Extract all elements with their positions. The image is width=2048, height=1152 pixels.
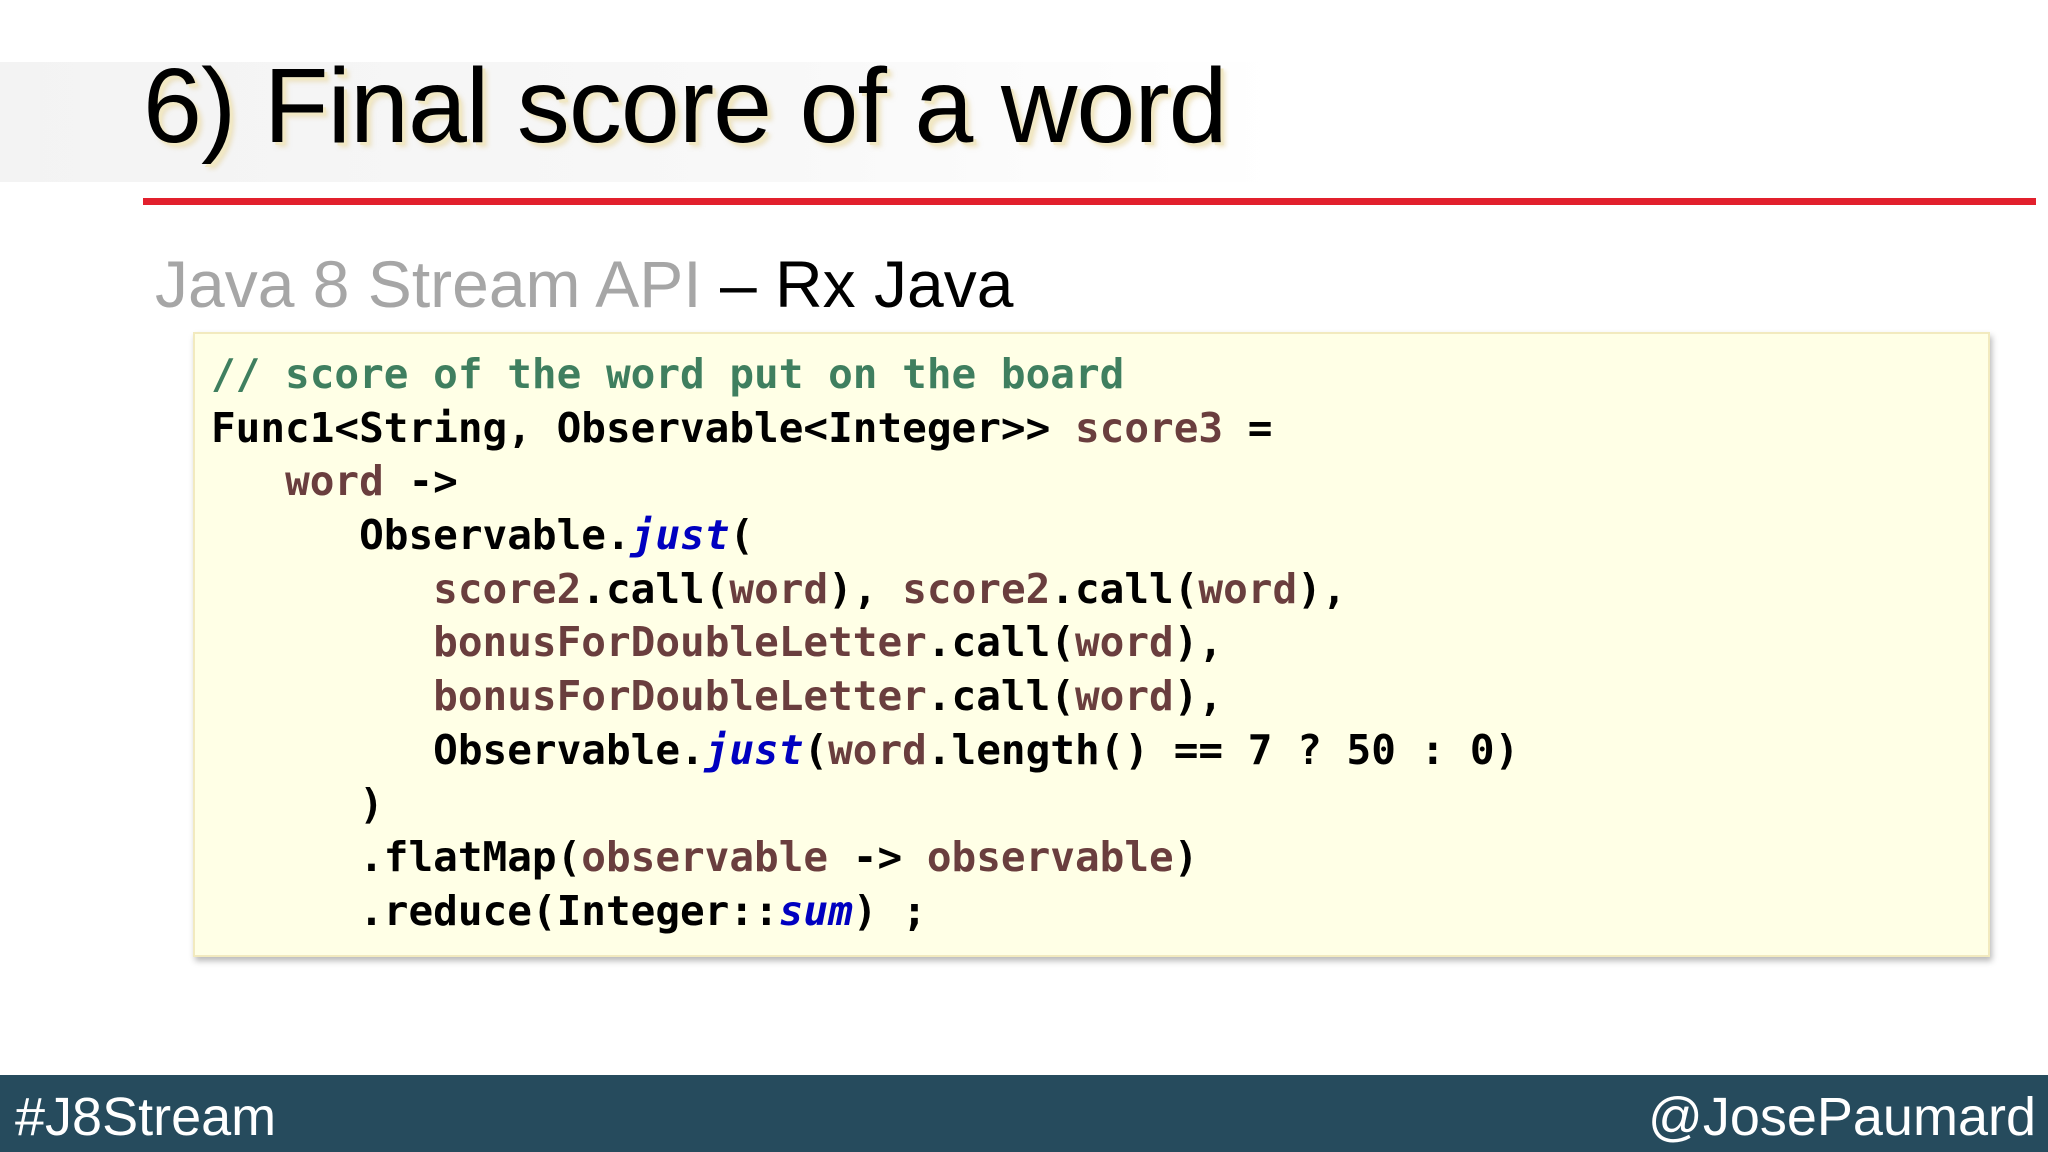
code-block: // score of the word put on the board Fun… [193,332,1990,957]
code-token: word [285,457,384,506]
code-line: // score of the word put on the board [211,348,1519,402]
code-token: Observable. [211,511,631,560]
code-line: bonusForDoubleLetter.call(word), [211,670,1519,724]
code-line: bonusForDoubleLetter.call(word), [211,616,1519,670]
code-line: .reduce(Integer::sum) ; [211,885,1519,939]
code-token: Func1<String, Observable<Integer>> [211,403,1075,452]
code-token: ), [828,564,903,613]
footer-hashtag: #J8Stream [15,1087,277,1147]
subtitle-inactive-part: Java 8 Stream API [155,247,702,321]
code-token: just [704,725,804,774]
code-token: word [1074,618,1174,667]
code-token: ), [1173,618,1224,667]
code-token: bonusForDoubleLetter [433,618,927,667]
code-line: Func1<String, Observable<Integer>> score… [211,402,1519,456]
code-line: Observable.just(word.length() == 7 ? 50 … [211,724,1519,778]
code-token: word [1074,672,1174,721]
code-line: .flatMap(observable -> observable) [211,831,1519,885]
footer-bar: #J8Stream @JosePaumard [0,1075,2048,1152]
code-token: .flatMap( [211,833,582,882]
code-line: score2.call(word), score2.call(word), [211,563,1519,617]
code-line: ) [211,778,1519,832]
code-token: score2 [433,564,582,613]
slide-subtitle: Java 8 Stream API – Rx Java [155,246,1013,322]
code-token: score3 [1074,403,1224,452]
code-token: .reduce(Integer:: [211,886,779,935]
code-token: observable [581,833,829,882]
code-line: word -> [211,455,1519,509]
subtitle-active-part: – Rx Java [719,247,1014,321]
code-token: word [828,725,927,774]
code-token: ) ; [852,886,927,935]
code-token: -> [383,457,458,506]
code-line: Observable.just( [211,509,1519,563]
code-token: just [630,511,730,560]
code-token: -> [828,833,927,882]
code-token: // score of the word put on the board [211,350,1125,398]
code-token: ) [1173,833,1199,882]
code-token: .length() == 7 ? 50 : 0) [926,725,1520,774]
code-token: word [1198,564,1298,613]
code-listing: // score of the word put on the board Fun… [211,348,1519,939]
code-token: Observable. [211,725,705,774]
slide-title: 6) Final score of a word [143,47,1228,165]
title-divider [143,198,2036,205]
code-token: = [1223,403,1273,452]
footer-handle: @JosePaumard [1648,1087,2036,1147]
code-token: ) [211,779,384,828]
code-token: ), [1173,672,1224,721]
code-token: ), [1297,564,1347,613]
code-token: bonusForDoubleLetter [433,672,927,721]
code-token: .call( [926,618,1075,667]
code-token: sum [778,886,853,935]
code-token: ( [729,511,755,560]
code-token: score2 [902,564,1051,613]
code-token: .call( [1050,564,1199,613]
code-token: ( [803,725,829,774]
code-token: word [729,564,829,613]
code-token: .call( [926,672,1075,721]
code-token: .call( [581,564,730,613]
code-token: observable [926,833,1174,882]
